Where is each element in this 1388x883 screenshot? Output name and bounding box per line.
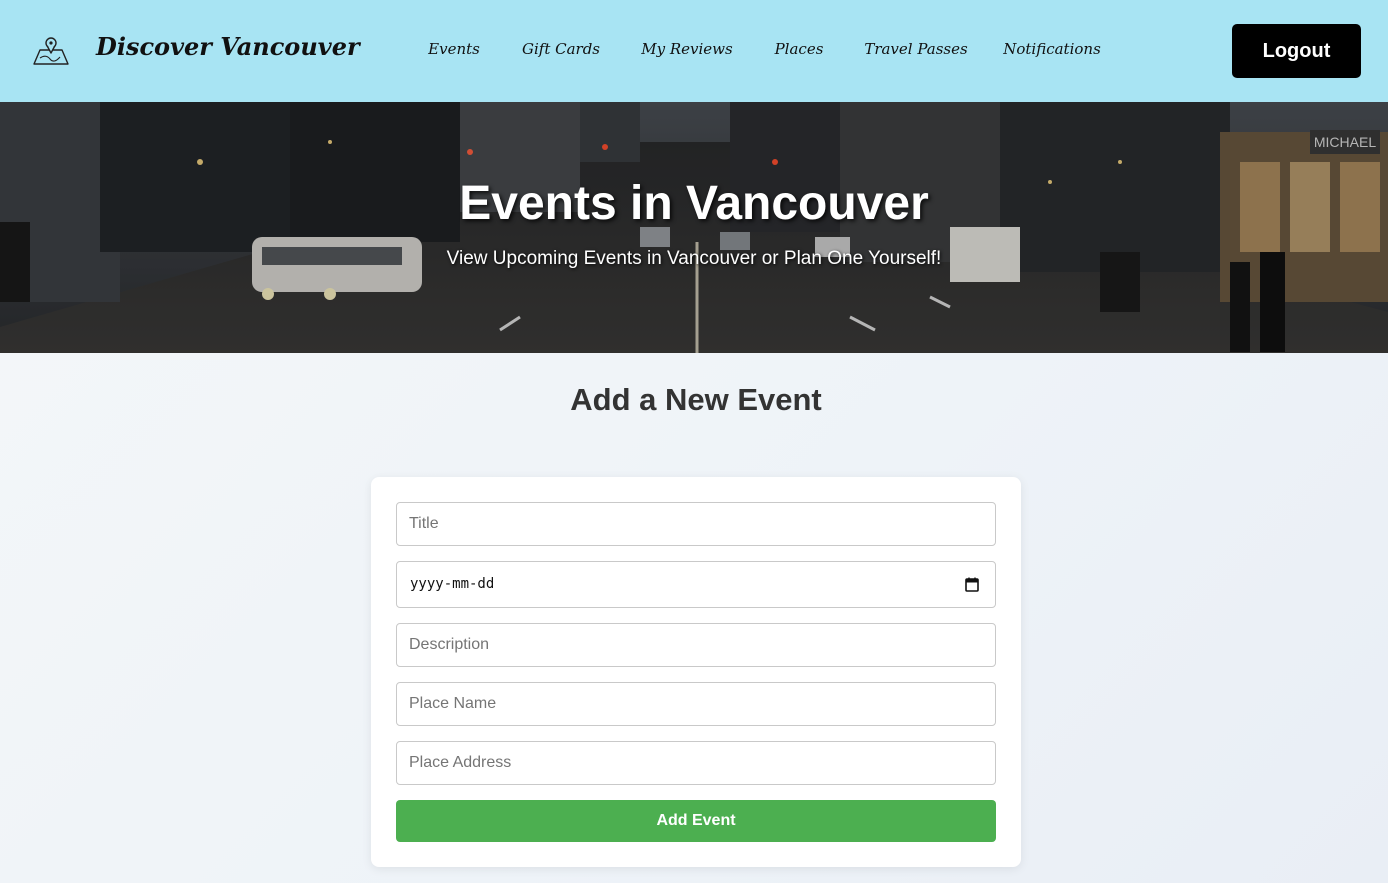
nav-link-travel-passes[interactable]: Travel Passes — [864, 40, 967, 58]
hero-subtitle: View Upcoming Events in Vancouver or Pla… — [446, 248, 942, 269]
nav-link-gift-cards[interactable]: Gift Cards — [522, 40, 600, 58]
nav-link-places[interactable]: Places — [775, 40, 824, 58]
title-input[interactable] — [396, 502, 996, 546]
logout-button[interactable]: Logout — [1232, 24, 1361, 78]
add-event-heading: Add a New Event — [570, 382, 822, 417]
main-nav: Events Gift Cards My Reviews Places Trav… — [0, 40, 1388, 64]
nav-link-my-reviews[interactable]: My Reviews — [641, 40, 732, 58]
navbar: Discover Vancouver Events Gift Cards My … — [0, 0, 1388, 102]
date-input-value: yyyy-mm-dd — [410, 576, 495, 592]
add-event-form: yyyy-mm-dd Add Event — [371, 477, 1021, 867]
nav-link-notifications[interactable]: Notifications — [1003, 40, 1101, 58]
hero-title: Events in Vancouver — [459, 177, 929, 230]
hero-banner: MICHAEL Events in Vancouver View Upcomin… — [0, 102, 1388, 353]
place-name-input[interactable] — [396, 682, 996, 726]
description-input[interactable] — [396, 623, 996, 667]
date-input[interactable]: yyyy-mm-dd — [396, 561, 996, 608]
calendar-icon[interactable] — [965, 577, 979, 592]
nav-link-events[interactable]: Events — [428, 40, 480, 58]
place-address-input[interactable] — [396, 741, 996, 785]
add-event-button[interactable]: Add Event — [396, 800, 996, 842]
